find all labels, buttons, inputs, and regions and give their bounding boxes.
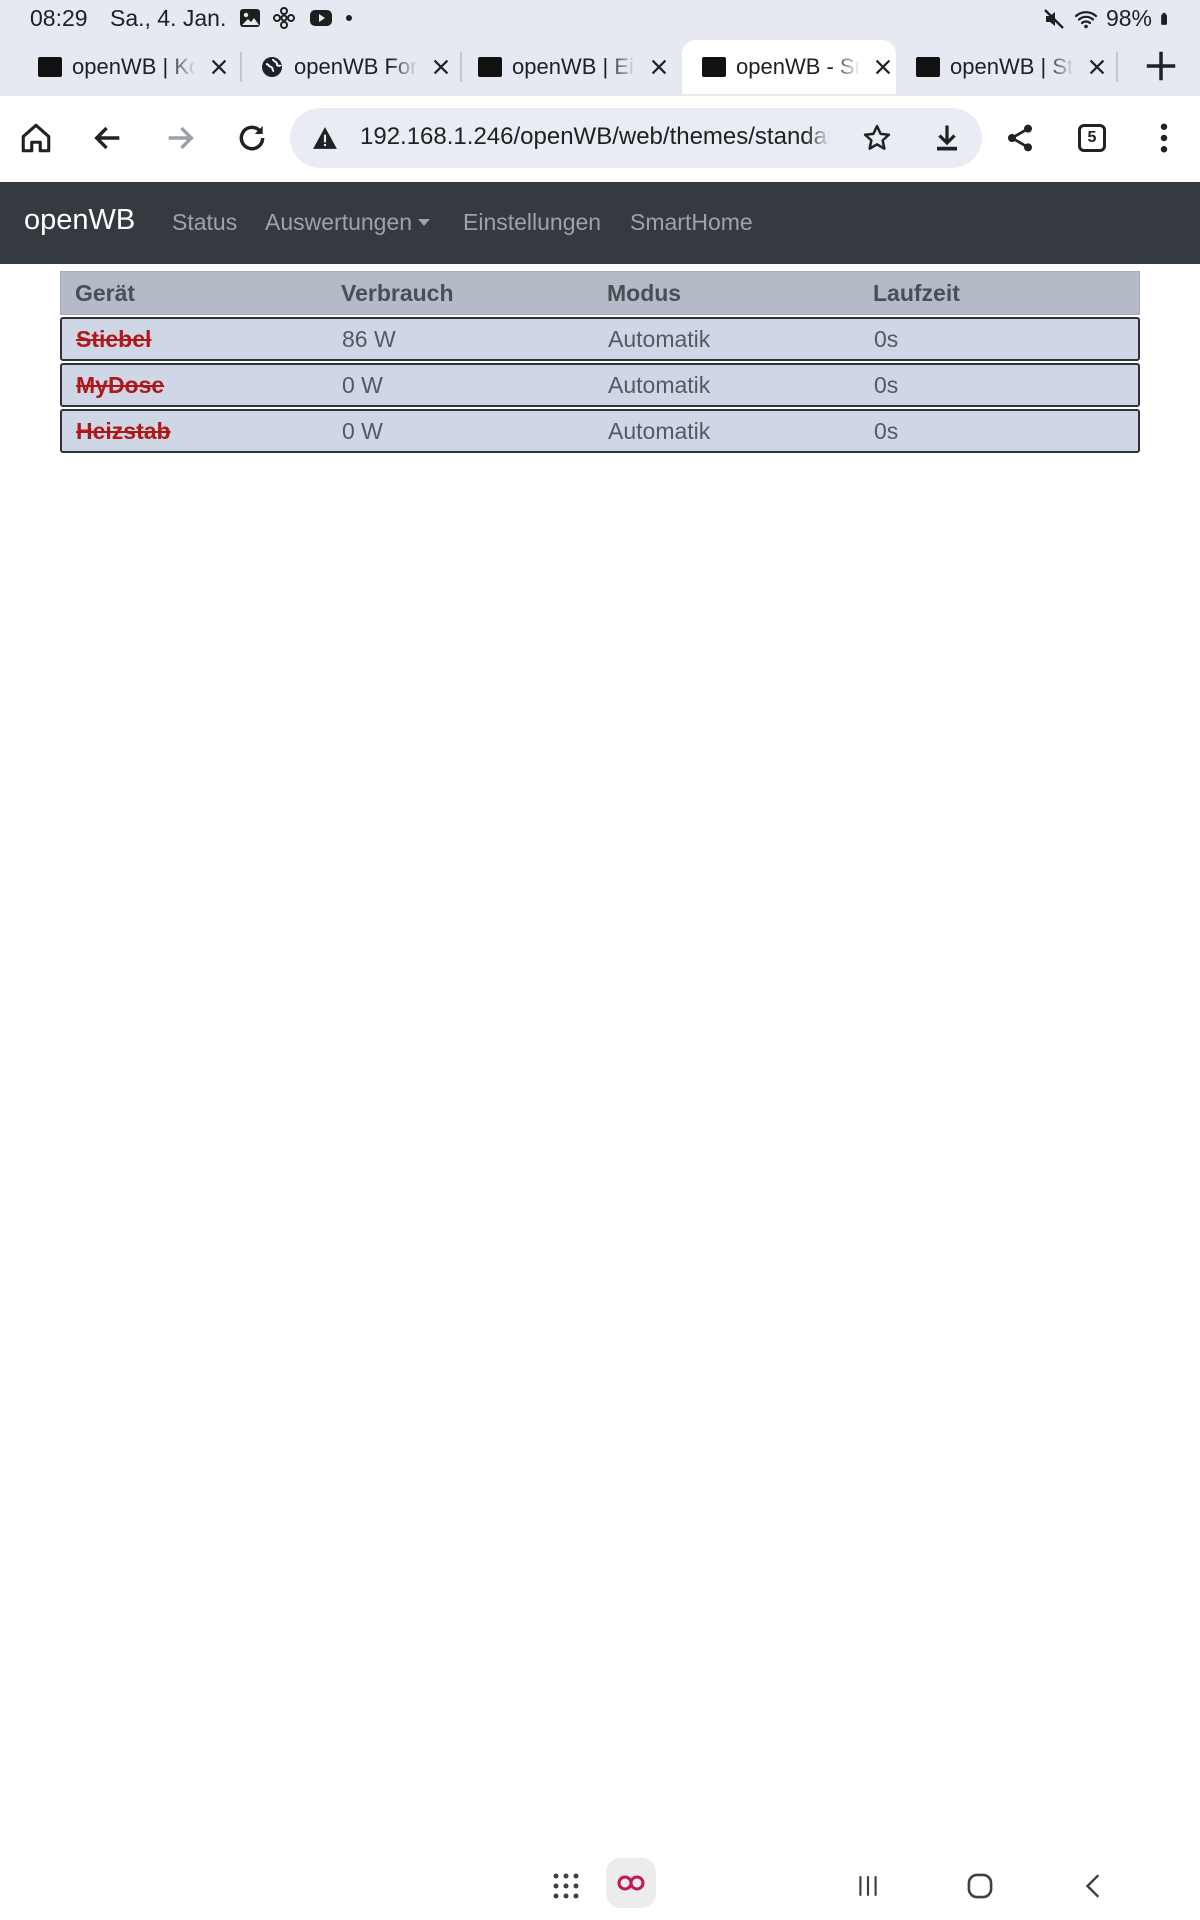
close-icon[interactable] — [430, 56, 452, 78]
tab-strip: openWB | Konfiguration openWB Forum open… — [0, 38, 1200, 96]
grid-dots-icon — [553, 1873, 579, 1899]
forward-button[interactable] — [158, 116, 202, 160]
share-button[interactable] — [998, 116, 1042, 160]
openwb-favicon-icon — [916, 57, 940, 77]
openwb-favicon-icon — [478, 57, 502, 77]
new-tab-plus-icon[interactable] — [1142, 47, 1180, 85]
arrow-left-icon — [94, 126, 120, 150]
address-bar[interactable]: 192.168.1.246/openWB/web/themes/standard — [290, 108, 982, 168]
device-modus: Automatik — [608, 371, 711, 398]
device-laufzeit: 0s — [874, 371, 899, 398]
tab-title: openWB | Einstellungen — [512, 54, 636, 79]
youtube-notification-icon — [310, 10, 332, 26]
device-verbrauch: 0 W — [342, 371, 383, 398]
device-modus: Automatik — [608, 417, 711, 444]
header-verbrauch: Verbrauch — [341, 279, 454, 306]
device-laufzeit: 0s — [874, 325, 899, 352]
nav-smarthome[interactable]: SmartHome — [630, 209, 753, 236]
tab-title: openWB | Status — [950, 54, 1074, 79]
tab-title: openWB Forum — [294, 54, 418, 79]
tab-separator — [1116, 52, 1118, 82]
recents-icon — [859, 1876, 877, 1896]
wifi-icon — [1074, 10, 1098, 28]
url-text[interactable]: 192.168.1.246/openWB/web/themes/standard — [360, 123, 830, 151]
notification-icons — [238, 6, 352, 30]
mute-icon — [1044, 8, 1064, 29]
close-icon[interactable] — [1086, 56, 1108, 78]
share-icon — [1008, 124, 1032, 152]
android-navigation-bar — [0, 1850, 1200, 1920]
smarthome-device-table: Gerät Verbrauch Modus Laufzeit Stiebel 8… — [60, 271, 1140, 453]
home-circle-icon — [967, 1873, 993, 1899]
nav-status[interactable]: Status — [172, 209, 237, 236]
battery-icon — [1161, 12, 1167, 25]
menu-button[interactable] — [1142, 116, 1186, 160]
tab-3-active[interactable]: openWB - SmartHome — [682, 40, 896, 94]
nav-auswertungen-dropdown[interactable]: Auswertungen — [265, 209, 431, 236]
device-name: Heizstab — [76, 417, 171, 444]
tab-count: 5 — [1078, 124, 1106, 152]
globe-icon — [262, 57, 282, 77]
tab-switcher-button[interactable]: 5 — [1070, 116, 1114, 160]
flower-notification-icon — [273, 7, 295, 29]
header-laufzeit: Laufzeit — [873, 279, 960, 306]
nav-auswertungen-label: Auswertungen — [265, 209, 413, 235]
openwb-favicon-icon — [702, 57, 726, 77]
app-icon — [617, 1875, 645, 1891]
device-verbrauch: 86 W — [342, 325, 396, 352]
gallery-notification-icon — [240, 9, 260, 27]
tab-4[interactable]: openWB | Status — [908, 40, 1108, 94]
caret-down-icon — [418, 219, 431, 226]
status-date: Sa., 4. Jan. — [110, 5, 227, 31]
browser-toolbar: 192.168.1.246/openWB/web/themes/standard… — [0, 96, 1200, 182]
recents-button[interactable] — [844, 1862, 892, 1910]
reload-icon — [239, 125, 265, 151]
tab-2[interactable]: openWB | Einstellungen — [470, 40, 670, 94]
more-vertical-icon — [1160, 123, 1168, 153]
device-modus: Automatik — [608, 325, 711, 352]
home-button[interactable] — [14, 116, 58, 160]
device-name: Stiebel — [76, 325, 152, 352]
header-geraet: Gerät — [75, 279, 136, 306]
close-icon[interactable] — [208, 56, 230, 78]
status-bar: 08:29 Sa., 4. Jan. 98% — [0, 0, 1200, 38]
table-row[interactable]: MyDose 0 W Automatik 0s — [60, 363, 1140, 407]
device-name: MyDose — [76, 371, 165, 398]
warning-icon[interactable] — [312, 126, 338, 150]
chevron-left-icon — [1085, 1874, 1100, 1898]
more-notifications-dot — [346, 15, 352, 21]
openwb-navbar: openWB Status Auswertungen Einstellungen… — [0, 182, 1200, 264]
openwb-favicon-icon — [38, 57, 62, 77]
tab-separator — [460, 52, 462, 82]
reload-button[interactable] — [230, 116, 274, 160]
tab-0[interactable]: openWB | Konfiguration — [30, 40, 230, 94]
close-icon[interactable] — [872, 56, 894, 78]
table-header: Gerät Verbrauch Modus Laufzeit — [60, 271, 1140, 315]
device-laufzeit: 0s — [874, 417, 899, 444]
app-drawer-button[interactable] — [542, 1862, 590, 1910]
close-icon[interactable] — [648, 56, 670, 78]
tab-title: openWB | Konfiguration — [72, 54, 196, 79]
star-icon[interactable] — [862, 123, 892, 153]
system-icons: 98% — [1042, 5, 1174, 32]
back-nav-button[interactable] — [1070, 1862, 1118, 1910]
brand-link[interactable]: openWB — [24, 204, 135, 237]
status-time: 08:29 — [30, 5, 88, 31]
download-icon[interactable] — [932, 122, 962, 154]
table-row[interactable]: Heizstab 0 W Automatik 0s — [60, 409, 1140, 453]
header-modus: Modus — [607, 279, 682, 306]
arrow-right-icon — [168, 126, 194, 150]
tab-separator — [240, 52, 242, 82]
tab-1[interactable]: openWB Forum — [252, 40, 452, 94]
tab-title: openWB - SmartHome — [736, 54, 860, 79]
nav-einstellungen[interactable]: Einstellungen — [463, 209, 601, 236]
pinned-app-button[interactable] — [606, 1858, 656, 1908]
home-icon — [21, 123, 51, 153]
device-verbrauch: 0 W — [342, 417, 383, 444]
battery-percent: 98% — [1105, 5, 1152, 31]
home-nav-button[interactable] — [956, 1862, 1004, 1910]
table-row[interactable]: Stiebel 86 W Automatik 0s — [60, 317, 1140, 361]
back-button[interactable] — [86, 116, 130, 160]
